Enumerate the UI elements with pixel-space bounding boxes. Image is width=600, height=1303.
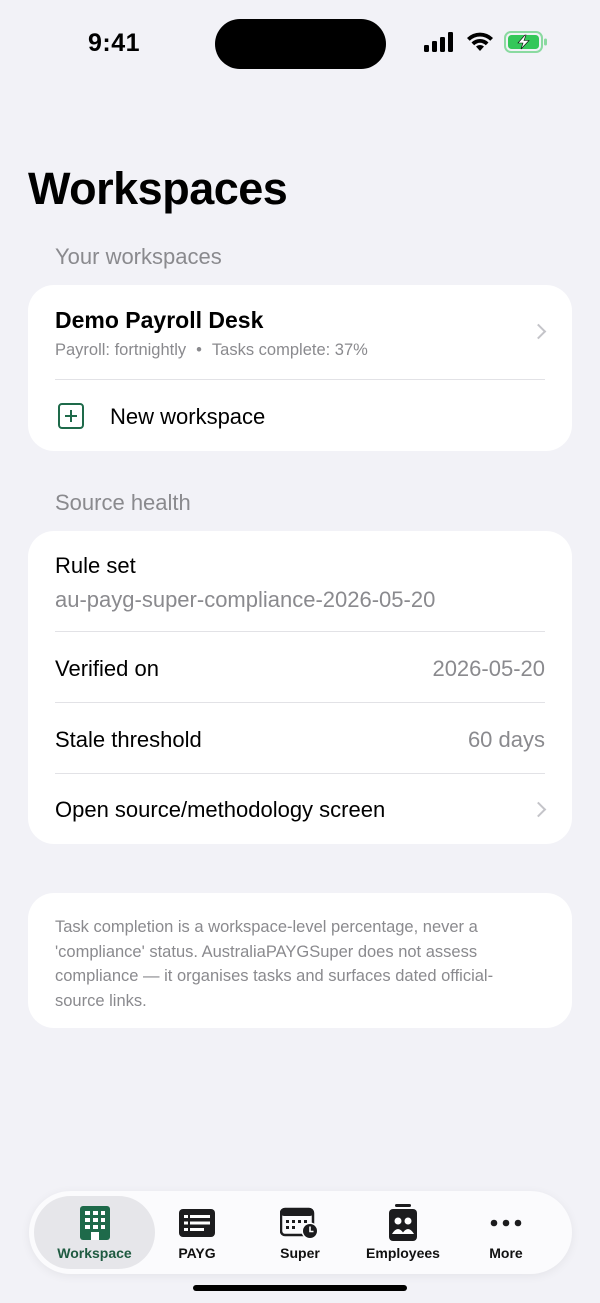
stale-threshold-value: 60 days [467,727,545,752]
workspace-task-progress: Tasks complete: 37% [211,341,368,359]
workspace-name: Demo Payroll Desk [55,307,264,333]
workspaces-screen: 9:41 Workspaces Your workspaces Demo Pay… [0,0,600,1303]
new-workspace-label: New workspace [110,404,266,429]
verified-on-value: 2026-05-20 [432,656,545,681]
list-card-icon [178,1205,216,1241]
home-indicator[interactable] [193,1285,407,1291]
workspace-row[interactable]: Demo Payroll Desk Payroll: fortnightly •… [28,285,572,379]
chevron-right-icon [530,323,547,340]
rule-set-label: Rule set [55,553,136,578]
stale-threshold-label: Stale threshold [55,727,202,752]
workspaces-card: Demo Payroll Desk Payroll: fortnightly •… [28,285,572,451]
verified-on-label: Verified on [55,656,159,681]
divider [55,702,545,703]
open-source-methodology-row[interactable]: Open source/methodology screen [28,774,572,844]
status-time: 9:41 [88,29,141,57]
disclaimer-text: Task completion is a workspace-level per… [55,918,494,1010]
people-badge-icon [388,1204,418,1241]
section-header-workspaces: Your workspaces [55,244,222,269]
tab-bar: Workspace PAYG Super Employees More [29,1191,572,1274]
battery-charging-icon [504,31,548,58]
workspace-payroll-frequency: Payroll: fortnightly [55,341,187,359]
status-icons [424,31,548,58]
tab-label: Employees [366,1245,440,1261]
rule-set-value: au-payg-super-compliance-2026-05-20 [55,587,436,612]
tab-payg[interactable]: PAYG [137,1196,257,1269]
workspace-meta: Payroll: fortnightly • Tasks complete: 3… [55,341,368,360]
calendar-clock-icon [280,1205,320,1241]
tab-employees[interactable]: Employees [343,1196,463,1269]
wifi-icon [466,32,494,57]
dynamic-island [215,19,386,69]
tab-label: Super [280,1245,320,1261]
plus-square-icon [58,403,84,429]
tab-super[interactable]: Super [240,1196,360,1269]
tab-label: PAYG [178,1245,216,1261]
meta-separator: • [196,341,202,359]
page-title: Workspaces [28,163,288,214]
section-header-source-health: Source health [55,490,191,515]
cellular-signal-icon [424,32,456,57]
building-icon [79,1205,111,1241]
tab-label: Workspace [57,1245,132,1261]
ellipsis-icon [490,1205,522,1241]
open-source-methodology-label: Open source/methodology screen [55,797,386,822]
tab-label: More [489,1245,523,1261]
tab-more[interactable]: More [446,1196,566,1269]
disclaimer-card: Task completion is a workspace-level per… [28,893,572,1028]
new-workspace-button[interactable]: New workspace [28,380,572,451]
divider [55,631,545,632]
chevron-right-icon [530,801,547,818]
source-health-card: Rule set au-payg-super-compliance-2026-0… [28,531,572,844]
